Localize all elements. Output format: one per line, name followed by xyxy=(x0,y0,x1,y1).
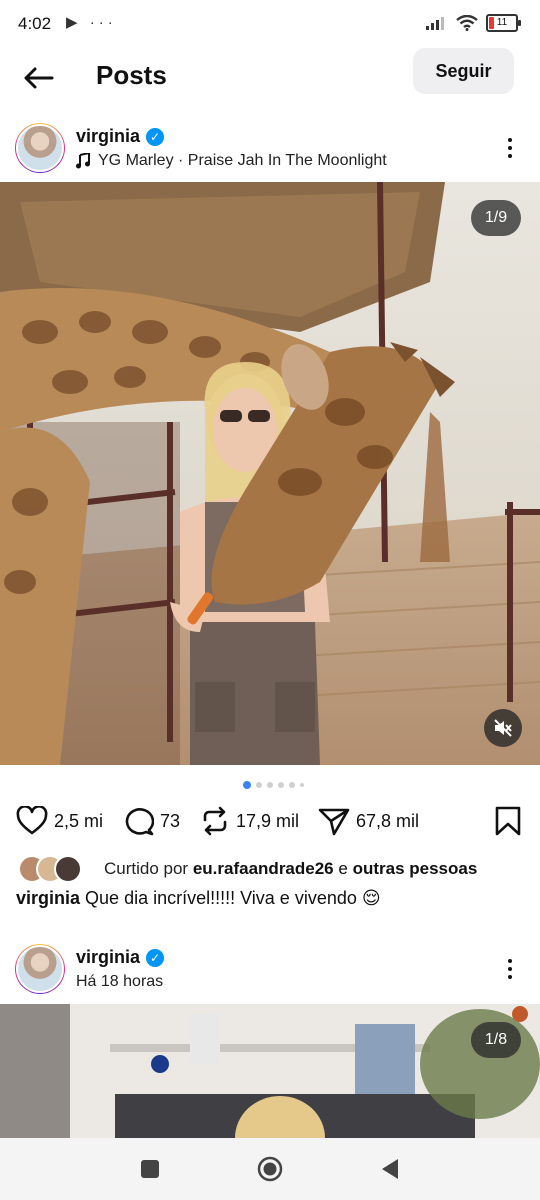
back-arrow-icon xyxy=(24,67,54,89)
save-button[interactable] xyxy=(494,806,522,836)
lab-photo xyxy=(0,1004,540,1138)
carousel-dot xyxy=(278,782,284,788)
bookmark-icon xyxy=(495,806,521,836)
mute-button[interactable] xyxy=(484,709,522,747)
post-caption: virginia Que dia incrível!!!!! Viva e vi… xyxy=(16,888,381,909)
like-button[interactable]: 2,5 mi xyxy=(16,806,103,836)
recents-icon xyxy=(141,1160,159,1178)
repost-count: 17,9 mil xyxy=(236,810,300,831)
liked-by-conj: e xyxy=(338,859,348,878)
muted-speaker-icon xyxy=(494,719,512,737)
liked-by-prefix: Curtido por xyxy=(104,859,189,878)
liker-avatar xyxy=(54,855,82,883)
triangle-back-icon xyxy=(382,1159,398,1179)
post-image[interactable]: 1/9 xyxy=(0,182,540,765)
carousel-indicator xyxy=(243,781,304,789)
share-button[interactable]: 67,8 mil xyxy=(318,806,419,836)
music-label: YG Marley · Praise Jah In The Moonlight xyxy=(98,152,387,169)
avatar[interactable] xyxy=(15,944,65,994)
carousel-counter: 1/8 xyxy=(471,1022,521,1058)
signal-icon xyxy=(426,17,444,30)
repost-button[interactable]: 17,9 mil xyxy=(200,806,299,836)
comment-icon xyxy=(125,808,154,836)
liked-by-user[interactable]: eu.rafaandrade26 xyxy=(193,859,334,879)
battery-level: 11 xyxy=(496,17,508,28)
notification-icons: ▶ ··· xyxy=(66,14,117,31)
system-navigation-bar xyxy=(0,1138,540,1200)
heart-icon xyxy=(16,806,48,835)
follow-button[interactable]: Seguir xyxy=(413,48,514,94)
post-image[interactable]: 1/8 xyxy=(0,1004,540,1138)
post-username[interactable]: virginia ✓ xyxy=(76,126,165,147)
post-username[interactable]: virginia ✓ xyxy=(76,947,165,968)
carousel-dot xyxy=(300,783,304,787)
carousel-counter: 1/9 xyxy=(471,200,521,236)
carousel-dot-active xyxy=(243,781,251,789)
liked-by-row[interactable]: Curtido por eu.rafaandrade26 e outras pe… xyxy=(18,855,477,883)
recents-button[interactable] xyxy=(126,1145,174,1193)
back-button[interactable] xyxy=(14,56,62,100)
post-music[interactable]: YG Marley · Praise Jah In The Moonlight xyxy=(76,152,387,170)
home-circle-icon xyxy=(257,1156,283,1182)
verified-badge-icon: ✓ xyxy=(146,948,165,967)
avatar[interactable] xyxy=(15,123,65,173)
repost-icon xyxy=(203,806,227,836)
page-title: Posts xyxy=(96,60,167,90)
carousel-dot xyxy=(289,782,295,788)
carousel-dot xyxy=(256,782,262,788)
username-text[interactable]: virginia xyxy=(76,126,140,147)
music-note-icon xyxy=(76,153,90,169)
comment-count: 73 xyxy=(160,810,181,831)
post-time: Há 18 horas xyxy=(76,973,164,990)
status-time: 4:02 xyxy=(18,14,52,33)
liked-by-others[interactable]: outras pessoas xyxy=(353,859,478,879)
home-button[interactable] xyxy=(246,1145,294,1193)
username-text[interactable]: virginia xyxy=(76,947,140,968)
share-count: 67,8 mil xyxy=(356,810,420,831)
send-icon xyxy=(318,808,350,836)
verified-badge-icon: ✓ xyxy=(146,127,165,146)
giraffe-photo xyxy=(0,182,540,765)
more-options-button[interactable] xyxy=(496,130,524,166)
more-options-button[interactable] xyxy=(496,951,524,987)
nav-back-button[interactable] xyxy=(366,1145,414,1193)
like-count: 2,5 mi xyxy=(54,810,104,831)
comment-button[interactable]: 73 xyxy=(122,806,180,836)
status-bar: 4:02 ▶ ··· 11 xyxy=(0,0,540,48)
battery-icon: 11 xyxy=(486,14,521,32)
caption-username[interactable]: virginia xyxy=(16,888,80,908)
caption-text: Que dia incrível!!!!! Viva e vivendo 😌 xyxy=(85,888,381,908)
status-right-icons: 11 xyxy=(426,14,521,32)
carousel-dot xyxy=(267,782,273,788)
wifi-icon xyxy=(456,15,478,31)
